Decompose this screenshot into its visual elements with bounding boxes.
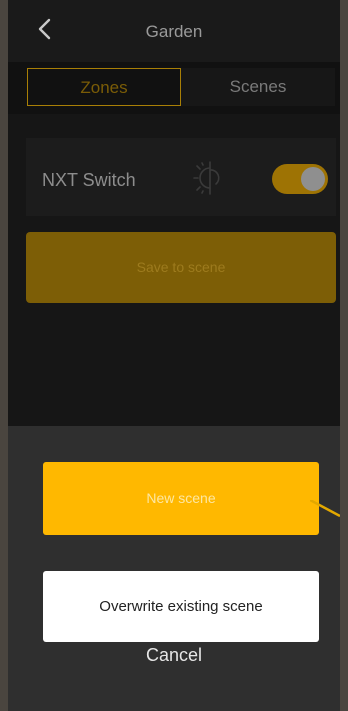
device-frame: Garden Zones Scenes NXT Switch Save to s… (0, 0, 348, 711)
new-scene-button[interactable]: New scene (43, 462, 319, 535)
device-bezel-left (0, 0, 8, 711)
overwrite-existing-scene-button[interactable]: Overwrite existing scene (43, 571, 319, 642)
toggle-knob (301, 167, 325, 191)
sun-moon-icon[interactable] (192, 160, 228, 196)
tab-scenes[interactable]: Scenes (181, 68, 335, 106)
zone-row-nxt-switch[interactable]: NXT Switch (26, 138, 336, 216)
header-bar: Garden (8, 0, 340, 62)
page-title: Garden (145, 22, 203, 41)
device-bezel-right (340, 0, 348, 711)
segmented-tabs: Zones Scenes (27, 68, 335, 106)
app-screen: Garden Zones Scenes NXT Switch Save to s… (8, 0, 340, 711)
tab-zones[interactable]: Zones (27, 68, 181, 106)
annotation-pointer-icon (310, 500, 340, 518)
zone-name-label: NXT Switch (42, 170, 136, 190)
save-to-scene-button[interactable]: Save to scene (26, 232, 336, 303)
cancel-button[interactable]: Cancel (8, 640, 340, 670)
zone-toggle[interactable] (272, 164, 328, 194)
